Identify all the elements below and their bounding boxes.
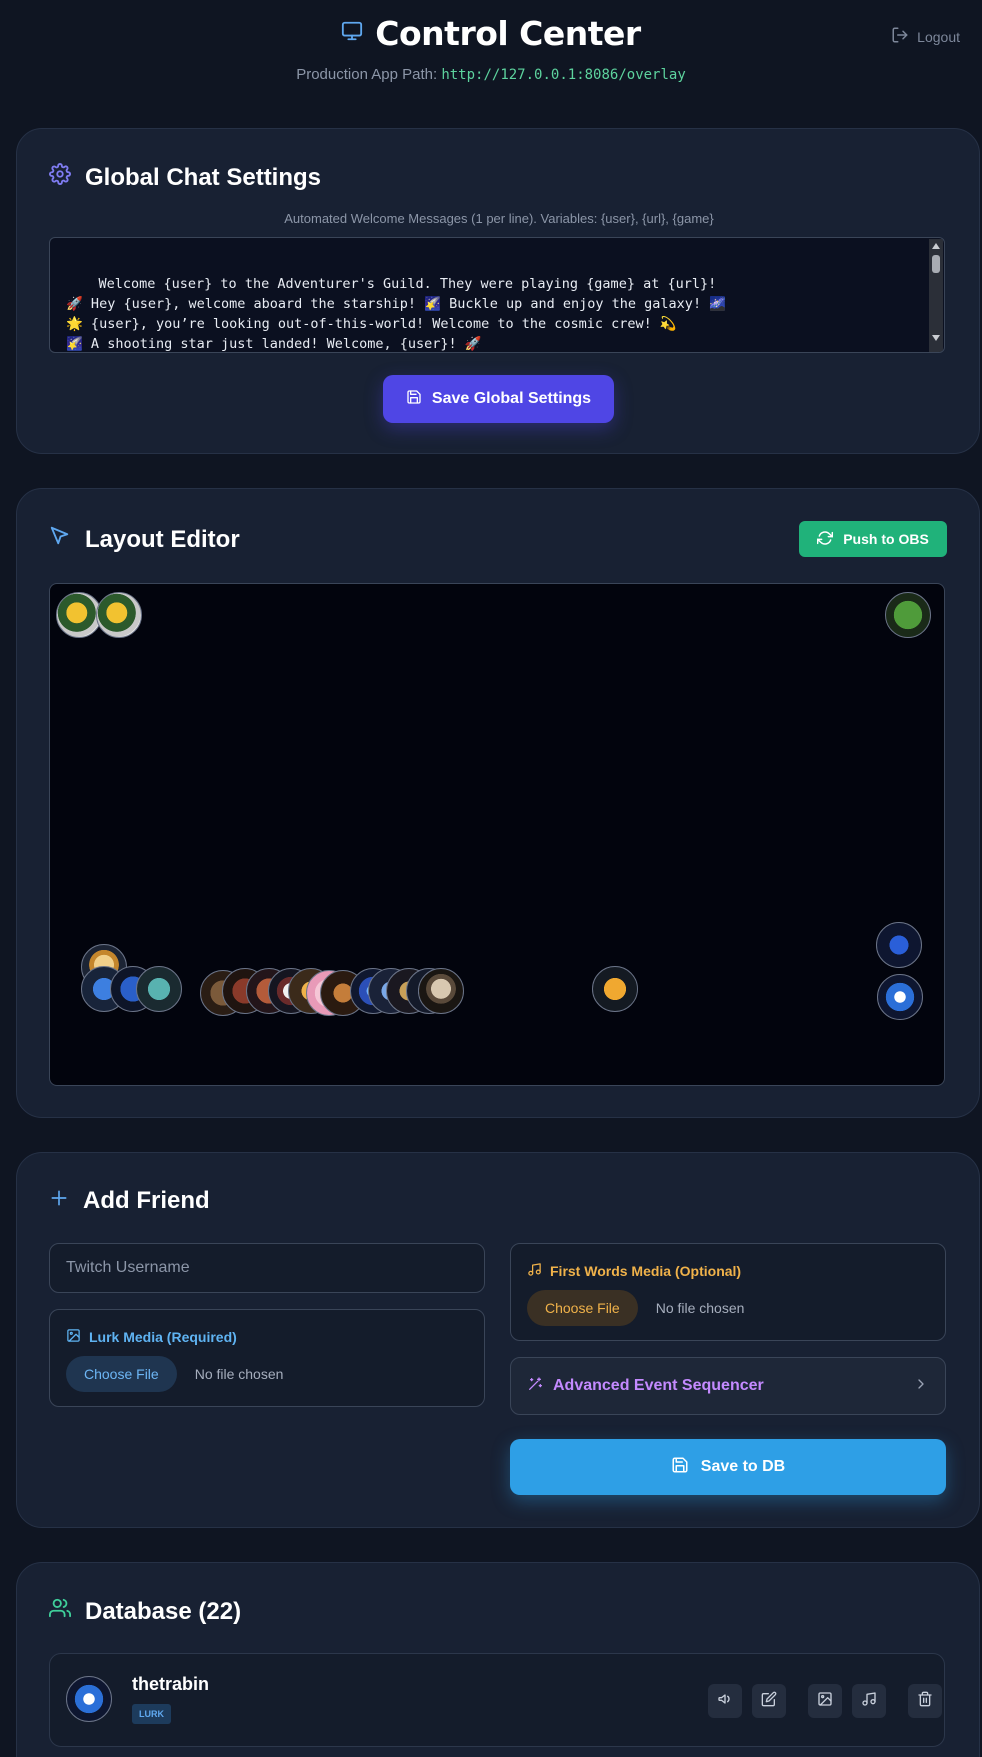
refresh-icon xyxy=(817,530,834,549)
scroll-up-arrow-icon[interactable] xyxy=(932,243,940,249)
twitch-username-placeholder: Twitch Username xyxy=(66,1259,190,1276)
lurk-no-file-text: No file chosen xyxy=(194,1366,284,1382)
push-to-obs-label: Push to OBS xyxy=(843,531,929,547)
music-note-icon xyxy=(527,1262,542,1280)
global-chat-settings-header: Global Chat Settings xyxy=(49,163,321,192)
save-to-db-button[interactable]: Save to DB xyxy=(510,1439,946,1495)
lurk-media-label-row: Lurk Media (Required) xyxy=(66,1328,237,1346)
image-icon xyxy=(817,1691,833,1712)
overlay-avatar[interactable] xyxy=(96,592,142,638)
save-global-settings-label: Save Global Settings xyxy=(431,390,592,407)
image-icon xyxy=(66,1328,81,1346)
app-path-value[interactable]: http://127.0.0.1:8086/overlay xyxy=(441,67,685,83)
layout-editor-card: Layout Editor Push to OBS xyxy=(16,488,980,1118)
add-friend-card: Add Friend Twitch Username Lurk Media (R… xyxy=(16,1152,980,1528)
twitch-username-input[interactable]: Twitch Username xyxy=(49,1243,485,1293)
monitor-icon xyxy=(341,20,363,47)
lurk-media-label: Lurk Media (Required) xyxy=(89,1329,237,1345)
page-title: Control Center xyxy=(375,14,641,53)
music-note-icon xyxy=(861,1691,877,1712)
welcome-messages-hint: Automated Welcome Messages (1 per line).… xyxy=(284,211,714,226)
layout-editor-title: Layout Editor xyxy=(85,525,240,553)
overlay-avatar[interactable] xyxy=(885,592,931,638)
database-username: thetrabin xyxy=(132,1674,210,1694)
overlay-avatar[interactable] xyxy=(592,966,638,1012)
trash-icon xyxy=(917,1691,933,1712)
save-to-db-label: Save to DB xyxy=(700,1458,786,1475)
first-words-label: First Words Media (Optional) xyxy=(550,1263,742,1279)
status-badge: LURK xyxy=(132,1704,171,1724)
lurk-choose-file-button[interactable]: Choose File xyxy=(66,1356,177,1392)
welcome-messages-textarea[interactable]: Welcome {user} to the Adventurer's Guild… xyxy=(49,237,945,353)
welcome-messages-text: Welcome {user} to the Adventurer's Guild… xyxy=(66,276,727,352)
lurk-media-field: Lurk Media (Required) Choose File No fil… xyxy=(49,1309,485,1407)
first-words-label-row: First Words Media (Optional) xyxy=(527,1262,741,1280)
advanced-event-sequencer-label: Advanced Event Sequencer xyxy=(553,1377,764,1394)
megaphone-icon xyxy=(717,1691,733,1712)
users-icon xyxy=(49,1597,71,1626)
layout-canvas[interactable] xyxy=(49,583,945,1086)
edit-icon xyxy=(761,1691,777,1712)
lurk-file-row: Choose File No file chosen xyxy=(66,1356,283,1392)
save-global-settings-button[interactable]: Save Global Settings xyxy=(383,375,614,423)
cursor-pointer-icon xyxy=(49,525,71,554)
first-words-choose-file-button[interactable]: Choose File xyxy=(527,1290,638,1326)
database-title: Database (22) xyxy=(85,1597,242,1625)
gear-icon xyxy=(49,163,71,192)
scroll-thumb[interactable] xyxy=(932,255,940,273)
global-chat-settings-card: Global Chat Settings Automated Welcome M… xyxy=(16,128,980,454)
audio-button[interactable] xyxy=(852,1684,886,1718)
overlay-avatar[interactable] xyxy=(877,974,923,1020)
first-words-no-file-text: No file chosen xyxy=(655,1300,745,1316)
delete-button[interactable] xyxy=(908,1684,942,1718)
chevron-right-icon xyxy=(913,1376,929,1397)
logout-button[interactable]: Logout xyxy=(891,26,960,47)
plus-icon xyxy=(49,1187,69,1215)
overlay-avatar[interactable] xyxy=(418,968,464,1014)
advanced-event-sequencer-toggle[interactable]: Advanced Event Sequencer xyxy=(510,1357,946,1415)
add-friend-header: Add Friend xyxy=(49,1187,210,1215)
textarea-scrollbar[interactable] xyxy=(929,239,943,352)
title-row: Control Center xyxy=(0,14,982,53)
database-card: Database (22) thetrabin LURK xyxy=(16,1562,980,1757)
avatar xyxy=(66,1676,112,1722)
add-friend-title: Add Friend xyxy=(83,1187,210,1214)
edit-button[interactable] xyxy=(752,1684,786,1718)
save-icon xyxy=(406,389,422,410)
push-to-obs-button[interactable]: Push to OBS xyxy=(799,521,947,557)
database-header: Database (22) xyxy=(49,1597,241,1626)
save-icon xyxy=(671,1456,689,1479)
header: Control Center Production App Path: http… xyxy=(0,0,982,100)
overlay-avatar[interactable] xyxy=(136,966,182,1012)
scroll-down-arrow-icon[interactable] xyxy=(932,335,940,341)
first-words-media-field: First Words Media (Optional) Choose File… xyxy=(510,1243,946,1341)
app-path: Production App Path: http://127.0.0.1:80… xyxy=(0,66,982,83)
app-path-label: Production App Path: xyxy=(296,66,442,83)
layout-editor-header: Layout Editor xyxy=(49,525,240,554)
logout-icon xyxy=(891,26,909,47)
image-button[interactable] xyxy=(808,1684,842,1718)
announce-button[interactable] xyxy=(708,1684,742,1718)
database-row: thetrabin LURK xyxy=(49,1653,945,1747)
first-words-file-row: Choose File No file chosen xyxy=(527,1290,744,1326)
global-chat-settings-title: Global Chat Settings xyxy=(85,163,322,191)
magic-wand-icon xyxy=(527,1376,543,1397)
logout-label: Logout xyxy=(917,28,960,45)
overlay-avatar[interactable] xyxy=(876,922,922,968)
